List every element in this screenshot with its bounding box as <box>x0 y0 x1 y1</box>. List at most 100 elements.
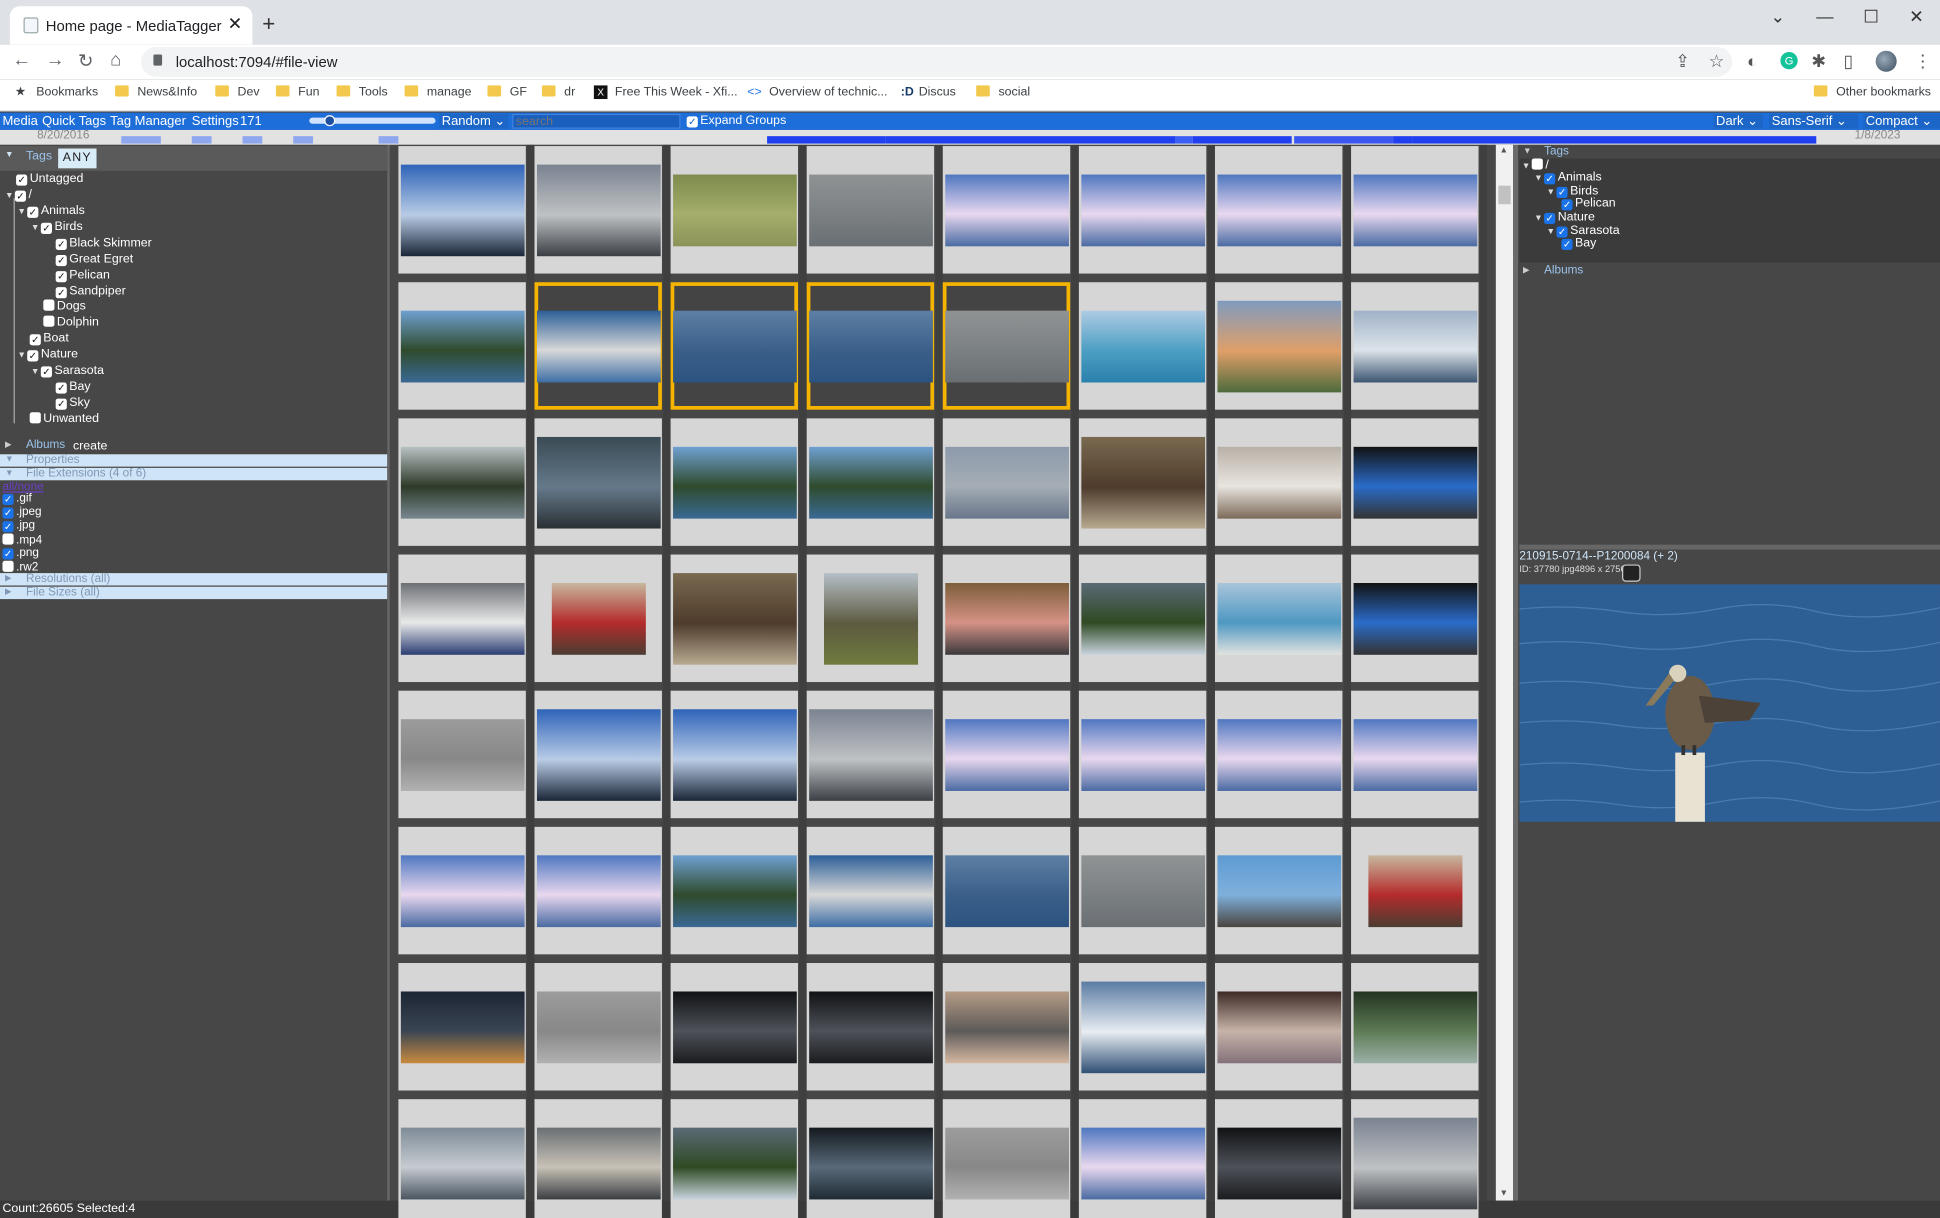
photo-thumbnail[interactable] <box>1352 173 1477 246</box>
photo-thumbnail[interactable] <box>823 572 918 665</box>
checkbox[interactable] <box>29 412 41 424</box>
checkbox[interactable]: ✓ <box>1544 212 1556 225</box>
thumbnail-cell[interactable] <box>1078 554 1207 683</box>
photo-thumbnail[interactable] <box>1216 1127 1341 1199</box>
share-icon[interactable]: ⇪ <box>1675 51 1690 72</box>
photo-thumbnail[interactable] <box>1367 854 1462 927</box>
side-panel-icon[interactable]: ▯ <box>1843 51 1853 72</box>
photo-thumbnail[interactable] <box>672 572 797 665</box>
thumbnail-cell[interactable] <box>398 1099 526 1218</box>
profile-avatar[interactable] <box>1875 50 1897 72</box>
slider-handle[interactable] <box>324 115 336 127</box>
tag-item-birds[interactable]: ▼ ✓ Birds <box>31 220 83 235</box>
thumbnail-cell[interactable] <box>1351 690 1479 819</box>
photo-thumbnail[interactable] <box>400 1127 524 1199</box>
thumbnail-cell[interactable] <box>806 963 935 1091</box>
photo-thumbnail[interactable] <box>808 854 933 927</box>
photo-thumbnail[interactable] <box>1216 854 1341 927</box>
photo-thumbnail[interactable] <box>1216 300 1341 392</box>
thumbnail-cell[interactable] <box>534 554 662 683</box>
checkbox[interactable]: ✓ <box>686 116 698 128</box>
extension-sync-icon[interactable]: ◐ <box>1747 51 1757 71</box>
photo-thumbnail[interactable] <box>672 708 797 801</box>
rotate-icon[interactable] <box>1622 564 1641 582</box>
thumbnail-cell[interactable] <box>1351 554 1479 683</box>
bookmark-tools[interactable]: Tools <box>336 85 388 99</box>
timeline-density-mark[interactable] <box>1192 136 1292 144</box>
tag-item-animals[interactable]: ▼ ✓ Animals <box>17 204 85 219</box>
extension-filter-png[interactable]: ✓ .png <box>2 546 39 560</box>
thumbnail-cell[interactable] <box>534 826 662 955</box>
thumbnail-cell[interactable] <box>670 690 799 819</box>
photo-thumbnail[interactable] <box>672 310 797 382</box>
photo-thumbnail[interactable] <box>672 446 797 519</box>
tag-item-[interactable]: ▼ ✓ / <box>5 188 32 203</box>
photo-thumbnail[interactable] <box>1080 980 1205 1073</box>
thumbnail-cell[interactable] <box>670 418 799 546</box>
thumbnail-cell[interactable] <box>670 554 799 683</box>
photo-thumbnail[interactable] <box>672 1127 797 1199</box>
thumbnail-cell[interactable] <box>1214 146 1343 274</box>
menu-settings[interactable]: Settings <box>192 113 239 130</box>
extension-filter-gif[interactable]: ✓ .gif <box>2 492 32 506</box>
timeline-density-mark[interactable] <box>1412 136 1817 144</box>
thumbnail-cell[interactable] <box>1214 282 1343 410</box>
thumbnail-cell[interactable] <box>1214 554 1343 683</box>
reload-icon[interactable]: ↻ <box>78 50 94 72</box>
checkbox[interactable]: ✓ <box>2 521 14 533</box>
photo-thumbnail[interactable] <box>808 708 933 801</box>
minimize-icon[interactable]: — <box>1816 6 1833 26</box>
checkbox[interactable]: ✓ <box>1561 238 1573 251</box>
thumbnail-cell[interactable] <box>806 1099 935 1218</box>
layout-select[interactable]: Compact ⌄ <box>1863 113 1940 129</box>
photo-thumbnail[interactable] <box>1080 173 1205 246</box>
thumbnail-cell[interactable] <box>398 963 526 1091</box>
photo-thumbnail[interactable] <box>1080 1127 1205 1199</box>
home-icon[interactable]: ⌂ <box>110 50 121 71</box>
albums-header[interactable]: ▶ Albums create <box>0 439 388 454</box>
photo-thumbnail[interactable] <box>944 854 1069 927</box>
photo-thumbnail[interactable] <box>1216 446 1341 519</box>
photo-thumbnail[interactable] <box>536 164 661 256</box>
tag-item-dogs[interactable]: Dogs <box>43 299 86 313</box>
photo-thumbnail[interactable] <box>944 310 1069 382</box>
thumbnail-cell[interactable] <box>1351 282 1479 410</box>
extension-filter-jpeg[interactable]: ✓ .jpeg <box>2 506 42 519</box>
tag-item-sandpiper[interactable]: ✓ Sandpiper <box>55 285 126 299</box>
photo-thumbnail[interactable] <box>1352 990 1477 1063</box>
bookmark-gf[interactable]: GF <box>487 85 527 99</box>
photo-thumbnail[interactable] <box>1080 582 1205 655</box>
thumbnail-cell[interactable] <box>670 1099 799 1218</box>
thumbnail-cell[interactable] <box>398 282 526 410</box>
tag-item-unwanted[interactable]: Unwanted <box>29 412 99 426</box>
checkbox[interactable]: ✓ <box>1544 173 1556 185</box>
photo-thumbnail[interactable] <box>1352 1117 1477 1209</box>
thumbnail-cell[interactable] <box>942 690 1071 819</box>
thumbnail-cell-selected[interactable] <box>670 282 799 410</box>
bookmark-bookmarks[interactable]: ★ Bookmarks <box>15 85 98 99</box>
browser-tab[interactable]: Home page - MediaTagger ✕ <box>9 6 253 45</box>
preview-image-pelican[interactable] <box>1519 584 1940 822</box>
resolutions-header[interactable]: ▶ Resolutions (all) <box>0 572 388 586</box>
thumbnail-cell[interactable] <box>806 418 935 546</box>
thumbnail-cell[interactable] <box>1078 963 1207 1091</box>
photo-thumbnail[interactable] <box>1352 310 1477 382</box>
photo-thumbnail[interactable] <box>1080 854 1205 927</box>
bookmark-overview[interactable]: <> Overview of technic... <box>747 85 887 99</box>
match-mode-toggle[interactable]: ANY <box>58 148 97 169</box>
photo-thumbnail[interactable] <box>1216 990 1341 1063</box>
bookmark-news[interactable]: News&Info <box>115 85 197 99</box>
thumbnail-cell[interactable] <box>1214 1099 1343 1218</box>
thumbnail-cell[interactable] <box>1351 146 1479 274</box>
thumbnail-cell[interactable] <box>398 690 526 819</box>
photo-thumbnail[interactable] <box>1216 718 1341 791</box>
tags-header[interactable]: ▼ Tags ANY <box>0 146 388 171</box>
timeline-density-mark[interactable] <box>191 136 212 144</box>
bookmark-fun[interactable]: Fun <box>275 85 319 99</box>
checkbox[interactable]: ✓ <box>55 398 67 410</box>
timeline-density-mark[interactable] <box>1393 136 1413 144</box>
thumbnail-cell[interactable] <box>1214 963 1343 1091</box>
photo-thumbnail[interactable] <box>672 854 797 927</box>
photo-thumbnail[interactable] <box>551 582 646 655</box>
photo-thumbnail[interactable] <box>944 718 1069 791</box>
